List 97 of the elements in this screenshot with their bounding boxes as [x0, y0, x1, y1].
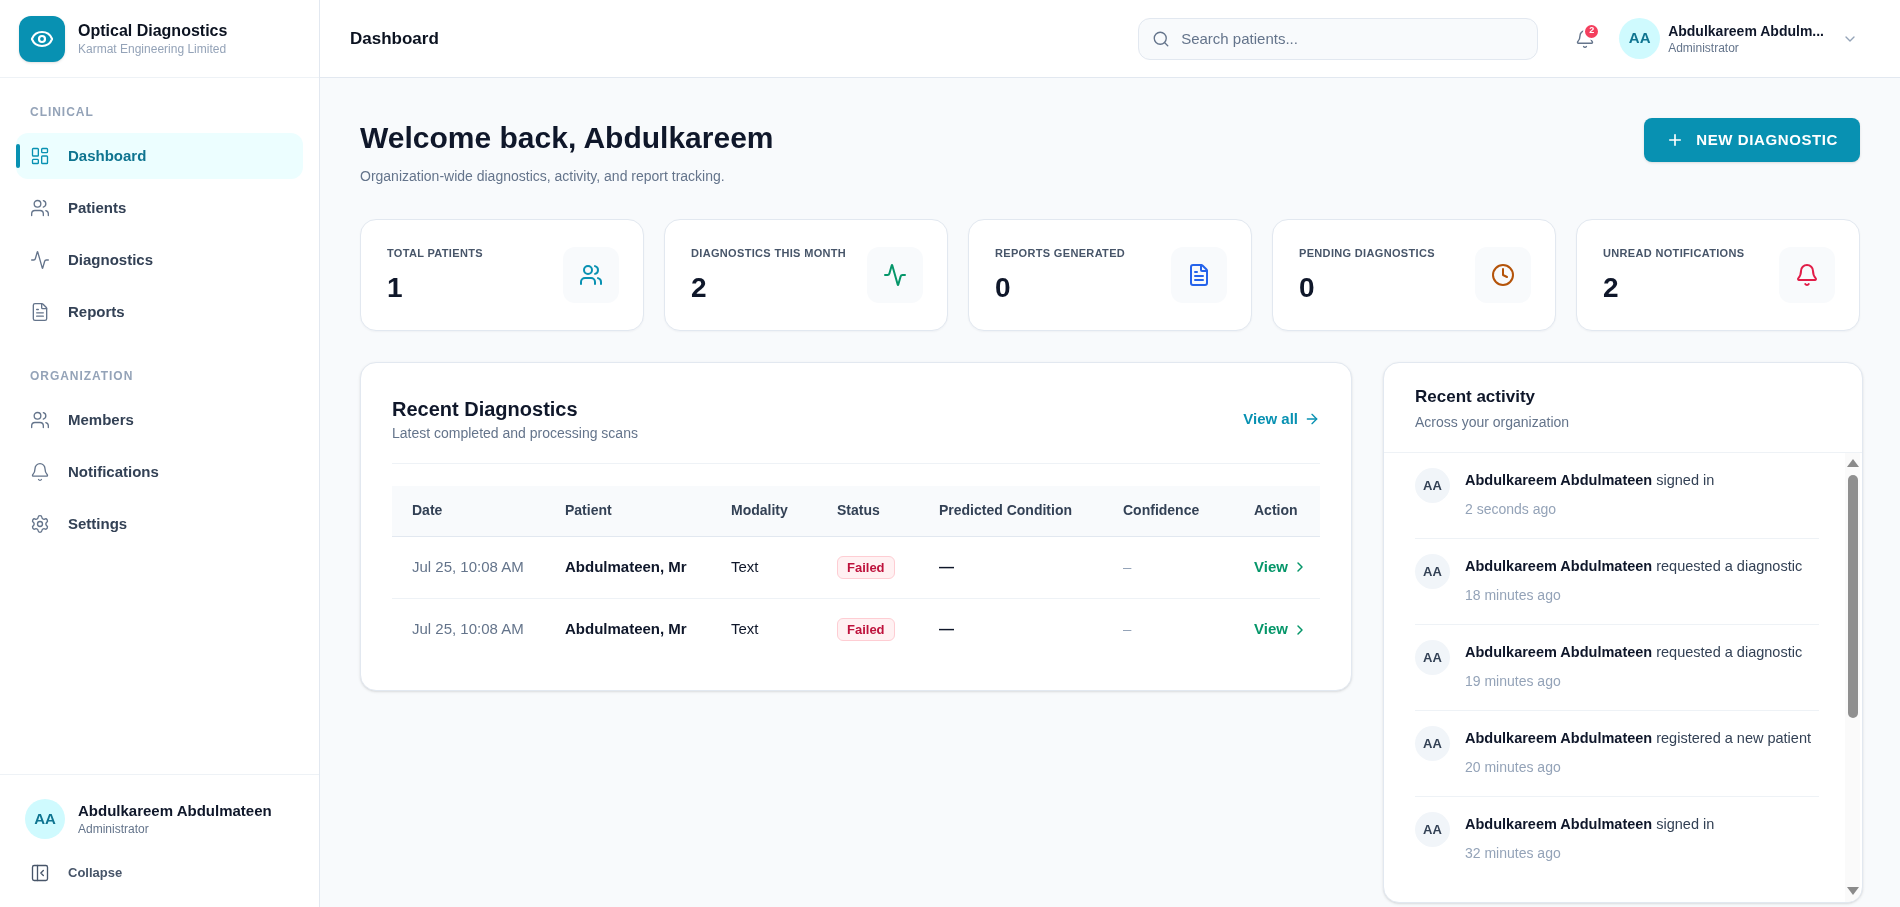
view-all-link[interactable]: View all	[1243, 407, 1320, 431]
column-header: Modality	[711, 486, 817, 536]
user-avatar: AA	[1415, 554, 1450, 589]
dashboard-icon	[30, 146, 50, 166]
brand-subtitle: Karmat Engineering Limited	[78, 40, 228, 57]
stat-label: UNREAD NOTIFICATIONS	[1603, 246, 1745, 260]
activity-text: Abdulkareem Abdulmateen requested a diagnostic	[1465, 557, 1803, 576]
activity-text: Abdulkareem Abdulmateen registered a new patient	[1465, 729, 1811, 748]
card-subtitle: Across your organization	[1415, 413, 1571, 432]
table-cell: –	[1103, 536, 1234, 598]
column-header: Patient	[545, 486, 711, 536]
search-field[interactable]: Search patients...	[1138, 17, 1539, 60]
nav-item[interactable]: Dashboard	[16, 133, 303, 179]
activity-time: 20 minutes ago	[1465, 758, 1562, 777]
user-avatar: AA	[1415, 468, 1450, 503]
user-name[interactable]: Abdulkareem Abdulm...	[1668, 21, 1824, 40]
page-title: Dashboard	[350, 27, 439, 50]
nav-item[interactable]: Patients	[16, 185, 303, 231]
activity-text: Abdulkareem Abdulmateen signed in	[1465, 471, 1715, 490]
user-avatar: AA	[25, 799, 65, 839]
table-cell: —	[919, 598, 1103, 660]
column-header: Status	[817, 486, 919, 536]
brand-title: Optical Diagnostics	[78, 20, 228, 41]
users-icon	[30, 198, 50, 218]
document-icon	[1171, 247, 1227, 303]
view-link[interactable]: View	[1254, 618, 1308, 641]
users-icon	[563, 247, 619, 303]
stat-value: 1	[387, 272, 404, 304]
welcome-subtitle: Organization-wide diagnostics, activity, and report tracking.	[360, 167, 726, 186]
nav-item[interactable]: Diagnostics	[16, 237, 303, 283]
eye-logo-icon	[19, 15, 65, 62]
user-avatar: AA	[1415, 812, 1450, 847]
notification-badge: 2	[1583, 22, 1601, 40]
collapse-sidebar-icon	[30, 863, 50, 883]
stat-value: 0	[995, 272, 1012, 304]
arrow-right-icon	[1304, 411, 1320, 427]
user-name: Abdulkareem Abdulmateen	[78, 801, 272, 821]
table-cell: —	[919, 536, 1103, 598]
activity-text: Abdulkareem Abdulmateen requested a diagnostic	[1465, 643, 1803, 662]
document-icon	[30, 302, 50, 322]
active-indicator	[16, 144, 20, 168]
stat-label: DIAGNOSTICS THIS MONTH	[691, 246, 847, 260]
user-avatar[interactable]: AA	[1619, 18, 1661, 59]
nav-item[interactable]: Reports	[16, 289, 303, 335]
section-label: ORGANIZATION	[29, 368, 135, 384]
settings-icon	[30, 514, 50, 534]
search-icon	[1152, 29, 1171, 48]
activity-text: Abdulkareem Abdulmateen signed in	[1465, 815, 1715, 834]
status-badge: Failed	[837, 618, 895, 642]
view-link[interactable]: View	[1254, 556, 1308, 579]
table-cell: Text	[711, 598, 817, 660]
pulse-icon	[30, 250, 50, 270]
bell-icon[interactable]	[1575, 28, 1596, 49]
table-cell: Jul 25, 10:08 AM	[392, 598, 545, 660]
stat-label: REPORTS GENERATED	[995, 246, 1126, 260]
activity-time: 32 minutes ago	[1465, 844, 1562, 863]
clock-icon	[1475, 247, 1531, 303]
card-title: Recent Diagnostics	[392, 397, 579, 422]
user-role: Administrator	[78, 821, 150, 837]
user-role: Administrator	[1668, 39, 1740, 56]
scrollbar-thumb[interactable]	[1847, 475, 1858, 718]
column-header: Predicted Condition	[919, 486, 1103, 536]
column-header: Confidence	[1103, 486, 1234, 536]
scroll-up-icon[interactable]	[1846, 459, 1859, 467]
stat-label: TOTAL PATIENTS	[387, 246, 483, 260]
activity-time: 19 minutes ago	[1465, 672, 1562, 691]
card-subtitle: Latest completed and processing scans	[392, 424, 638, 443]
nav-item[interactable]: Settings	[16, 501, 303, 547]
nav-item[interactable]: Members	[16, 397, 303, 443]
pulse-icon	[867, 247, 923, 303]
table-cell: Abdulmateen, Mr	[545, 536, 711, 598]
stat-label: PENDING DIAGNOSTICS	[1299, 246, 1435, 260]
table-cell: Text	[711, 536, 817, 598]
scrollbar-track[interactable]	[1845, 453, 1860, 902]
activity-time: 18 minutes ago	[1465, 586, 1562, 605]
scroll-down-icon[interactable]	[1846, 887, 1859, 895]
collapse-button[interactable]: Collapse	[25, 863, 123, 883]
bell-icon	[1779, 247, 1835, 303]
card-title: Recent activity	[1415, 386, 1536, 408]
new-diagnostic-button[interactable]: NEW DIAGNOSTIC	[1644, 118, 1860, 162]
stat-value: 2	[691, 272, 708, 304]
status-badge: Failed	[837, 556, 895, 580]
stat-value: 0	[1299, 272, 1316, 304]
stat-value: 2	[1603, 272, 1620, 304]
users-icon	[30, 410, 50, 430]
table-cell: Abdulmateen, Mr	[545, 598, 711, 660]
column-header: Date	[392, 486, 545, 536]
welcome-heading: Welcome back, Abdulkareem	[360, 120, 774, 156]
column-header: Action	[1234, 486, 1320, 536]
table-cell: Jul 25, 10:08 AM	[392, 536, 545, 598]
section-label: CLINICAL	[29, 104, 95, 120]
user-avatar: AA	[1415, 640, 1450, 675]
user-avatar: AA	[1415, 726, 1450, 761]
nav-item[interactable]: Notifications	[16, 449, 303, 495]
bell-icon	[30, 462, 50, 482]
table-cell: –	[1103, 598, 1234, 660]
activity-time: 2 seconds ago	[1465, 500, 1558, 519]
